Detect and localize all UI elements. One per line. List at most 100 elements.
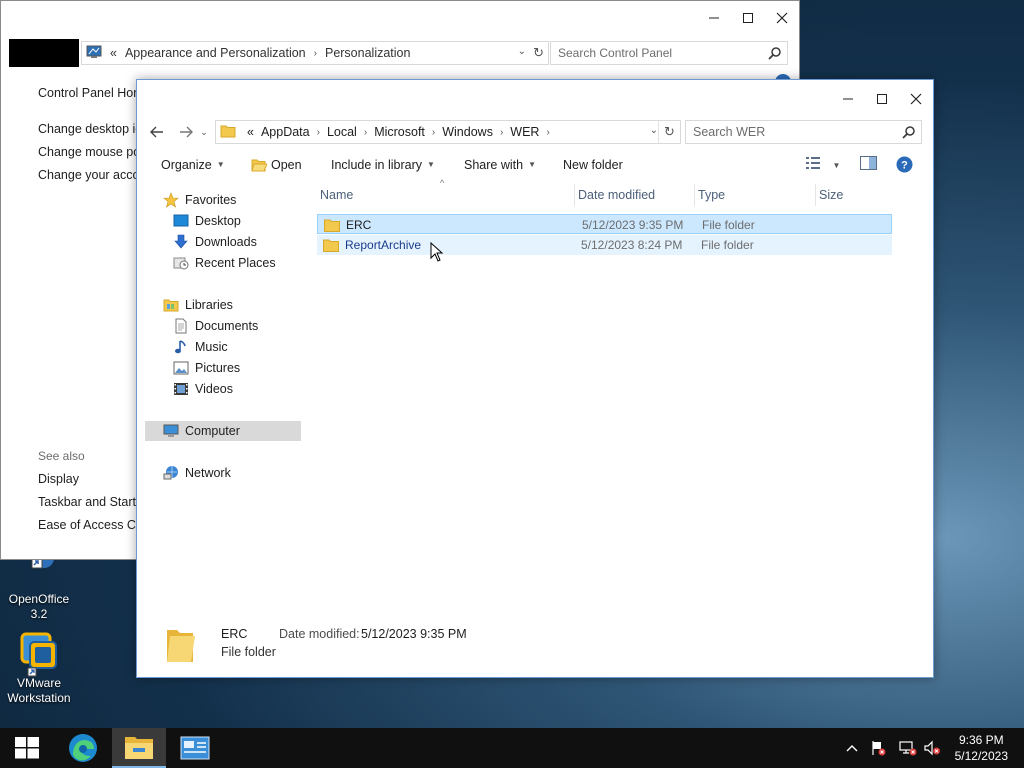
- column-header-size[interactable]: Size: [816, 184, 893, 206]
- explorer-address-bar[interactable]: « AppData › Local › Microsoft › Windows …: [215, 120, 681, 144]
- details-item-type: File folder: [221, 645, 276, 659]
- preview-pane-button[interactable]: [860, 156, 877, 173]
- nav-recent-places[interactable]: Recent Places: [173, 253, 276, 273]
- file-name-cell[interactable]: ReportArchive: [323, 235, 421, 255]
- breadcrumb-wer[interactable]: WER: [510, 125, 539, 139]
- search-icon[interactable]: [768, 46, 782, 63]
- see-also-display-link[interactable]: Display: [38, 472, 79, 486]
- explorer-window[interactable]: ⌄ « AppData › Local › Microsoft › Window…: [136, 79, 934, 678]
- breadcrumb-separator-icon[interactable]: ›: [317, 127, 320, 138]
- network-icon: [163, 465, 179, 481]
- breadcrumb-local[interactable]: Local: [327, 125, 357, 139]
- see-also-ease-of-access-link[interactable]: Ease of Access Cen: [38, 518, 150, 532]
- back-button[interactable]: [145, 120, 169, 144]
- nav-documents[interactable]: Documents: [173, 316, 258, 336]
- breadcrumb-separator-icon[interactable]: ›: [546, 127, 549, 138]
- date-cell: 5/12/2023 9:35 PM: [582, 218, 684, 232]
- search-icon[interactable]: [902, 125, 916, 142]
- date-cell: 5/12/2023 8:24 PM: [581, 238, 683, 252]
- start-button[interactable]: [0, 728, 54, 768]
- download-arrow-icon: [173, 234, 189, 250]
- open-folder-icon: [251, 158, 268, 175]
- type-cell: File folder: [701, 238, 754, 252]
- explorer-search-input[interactable]: Search WER: [685, 120, 922, 144]
- maximize-button[interactable]: [865, 82, 899, 116]
- see-also-taskbar-link[interactable]: Taskbar and Start M: [38, 495, 150, 509]
- forward-button[interactable]: [174, 120, 198, 144]
- column-header-type[interactable]: Type: [695, 184, 816, 206]
- taskbar-file-explorer-button[interactable]: [112, 728, 166, 768]
- change-account-picture-link[interactable]: Change your accou: [38, 168, 146, 182]
- nav-desktop[interactable]: Desktop: [173, 211, 241, 231]
- address-dropdown-icon[interactable]: ⌄: [518, 46, 526, 57]
- control-panel-home-link[interactable]: Control Panel Hom: [38, 86, 144, 100]
- vmware-icon: [18, 632, 60, 677]
- control-panel-icon: [180, 736, 210, 760]
- share-with-menu[interactable]: Share with ▼: [464, 158, 536, 172]
- documents-icon: [173, 318, 189, 334]
- breadcrumb-appearance[interactable]: Appearance and Personalization: [125, 46, 306, 60]
- nav-libraries[interactable]: Libraries: [163, 295, 233, 315]
- minimize-button[interactable]: [697, 1, 731, 35]
- close-button[interactable]: [765, 1, 799, 35]
- control-panel-address-bar[interactable]: « Appearance and Personalization › Perso…: [81, 41, 549, 65]
- clock-time: 9:36 PM: [958, 733, 1004, 747]
- control-panel-icon: [86, 44, 102, 63]
- libraries-icon: [163, 297, 179, 313]
- help-icon[interactable]: ?: [896, 156, 913, 176]
- explorer-title-bar[interactable]: [137, 80, 933, 118]
- breadcrumb-separator-icon[interactable]: ›: [432, 127, 435, 138]
- change-mouse-pointers-link[interactable]: Change mouse poi: [38, 145, 143, 159]
- table-row[interactable]: ReportArchive 5/12/2023 8:24 PM File fol…: [317, 235, 892, 255]
- security-flag-icon[interactable]: [868, 728, 888, 768]
- show-hidden-icons-chevron-icon[interactable]: [842, 728, 862, 768]
- breadcrumb-personalization[interactable]: Personalization: [325, 46, 410, 60]
- refresh-icon[interactable]: ↻: [658, 121, 680, 143]
- organize-menu[interactable]: Organize ▼: [161, 158, 225, 172]
- nav-pictures[interactable]: Pictures: [173, 358, 240, 378]
- breadcrumb-separator-icon[interactable]: ›: [364, 127, 367, 138]
- minimize-button[interactable]: [831, 82, 865, 116]
- include-in-library-menu[interactable]: Include in library ▼: [331, 158, 435, 172]
- network-status-icon[interactable]: [897, 728, 919, 768]
- close-button[interactable]: [899, 82, 933, 116]
- breadcrumb-windows[interactable]: Windows: [442, 125, 493, 139]
- breadcrumb-overflow[interactable]: «: [247, 125, 254, 139]
- change-view-button[interactable]: ▼: [805, 156, 840, 173]
- chevron-down-icon[interactable]: ▼: [832, 161, 840, 170]
- control-panel-title-bar[interactable]: [1, 1, 799, 35]
- breadcrumb-microsoft[interactable]: Microsoft: [374, 125, 425, 139]
- address-dropdown-icon[interactable]: ⌄: [650, 125, 658, 136]
- maximize-button[interactable]: [731, 1, 765, 35]
- taskbar: 9:36 PM 5/12/2023: [0, 728, 1024, 768]
- table-row[interactable]: ERC 5/12/2023 9:35 PM File folder: [317, 214, 892, 234]
- nav-network[interactable]: Network: [163, 463, 231, 483]
- taskbar-edge-button[interactable]: [56, 728, 110, 768]
- taskbar-control-panel-button[interactable]: [168, 728, 222, 768]
- mouse-cursor-icon: [430, 241, 444, 265]
- file-list: ^ Name Date modified Type Size ERC 5/12/…: [317, 178, 893, 604]
- column-header-date-modified[interactable]: Date modified: [575, 184, 695, 206]
- change-desktop-icons-link[interactable]: Change desktop ic: [38, 122, 142, 136]
- breadcrumb-appdata[interactable]: AppData: [261, 125, 310, 139]
- desktop-icon-vmware[interactable]: VMware Workstation: [0, 632, 78, 706]
- type-cell: File folder: [702, 218, 755, 232]
- nav-music[interactable]: Music: [173, 337, 228, 357]
- explorer-command-bar: Organize ▼ Open Include in library ▼ Share…: [137, 151, 933, 181]
- system-clock[interactable]: 9:36 PM 5/12/2023: [955, 732, 1008, 764]
- column-header-name[interactable]: Name: [317, 184, 575, 206]
- nav-favorites[interactable]: Favorites: [163, 190, 236, 210]
- breadcrumb-overflow[interactable]: «: [110, 46, 117, 60]
- chevron-down-icon: ▼: [528, 160, 536, 169]
- open-button[interactable]: Open: [251, 158, 302, 175]
- file-name-cell[interactable]: ERC: [324, 215, 371, 235]
- recent-locations-chevron-icon[interactable]: ⌄: [197, 120, 211, 144]
- nav-downloads[interactable]: Downloads: [173, 232, 257, 252]
- volume-muted-icon[interactable]: [921, 728, 943, 768]
- control-panel-search-input[interactable]: Search Control Panel: [550, 41, 788, 65]
- nav-videos[interactable]: Videos: [173, 379, 233, 399]
- refresh-icon[interactable]: ↻: [533, 45, 544, 61]
- breadcrumb-separator-icon[interactable]: ›: [500, 127, 503, 138]
- nav-computer[interactable]: Computer: [145, 421, 301, 441]
- new-folder-button[interactable]: New folder: [563, 158, 623, 172]
